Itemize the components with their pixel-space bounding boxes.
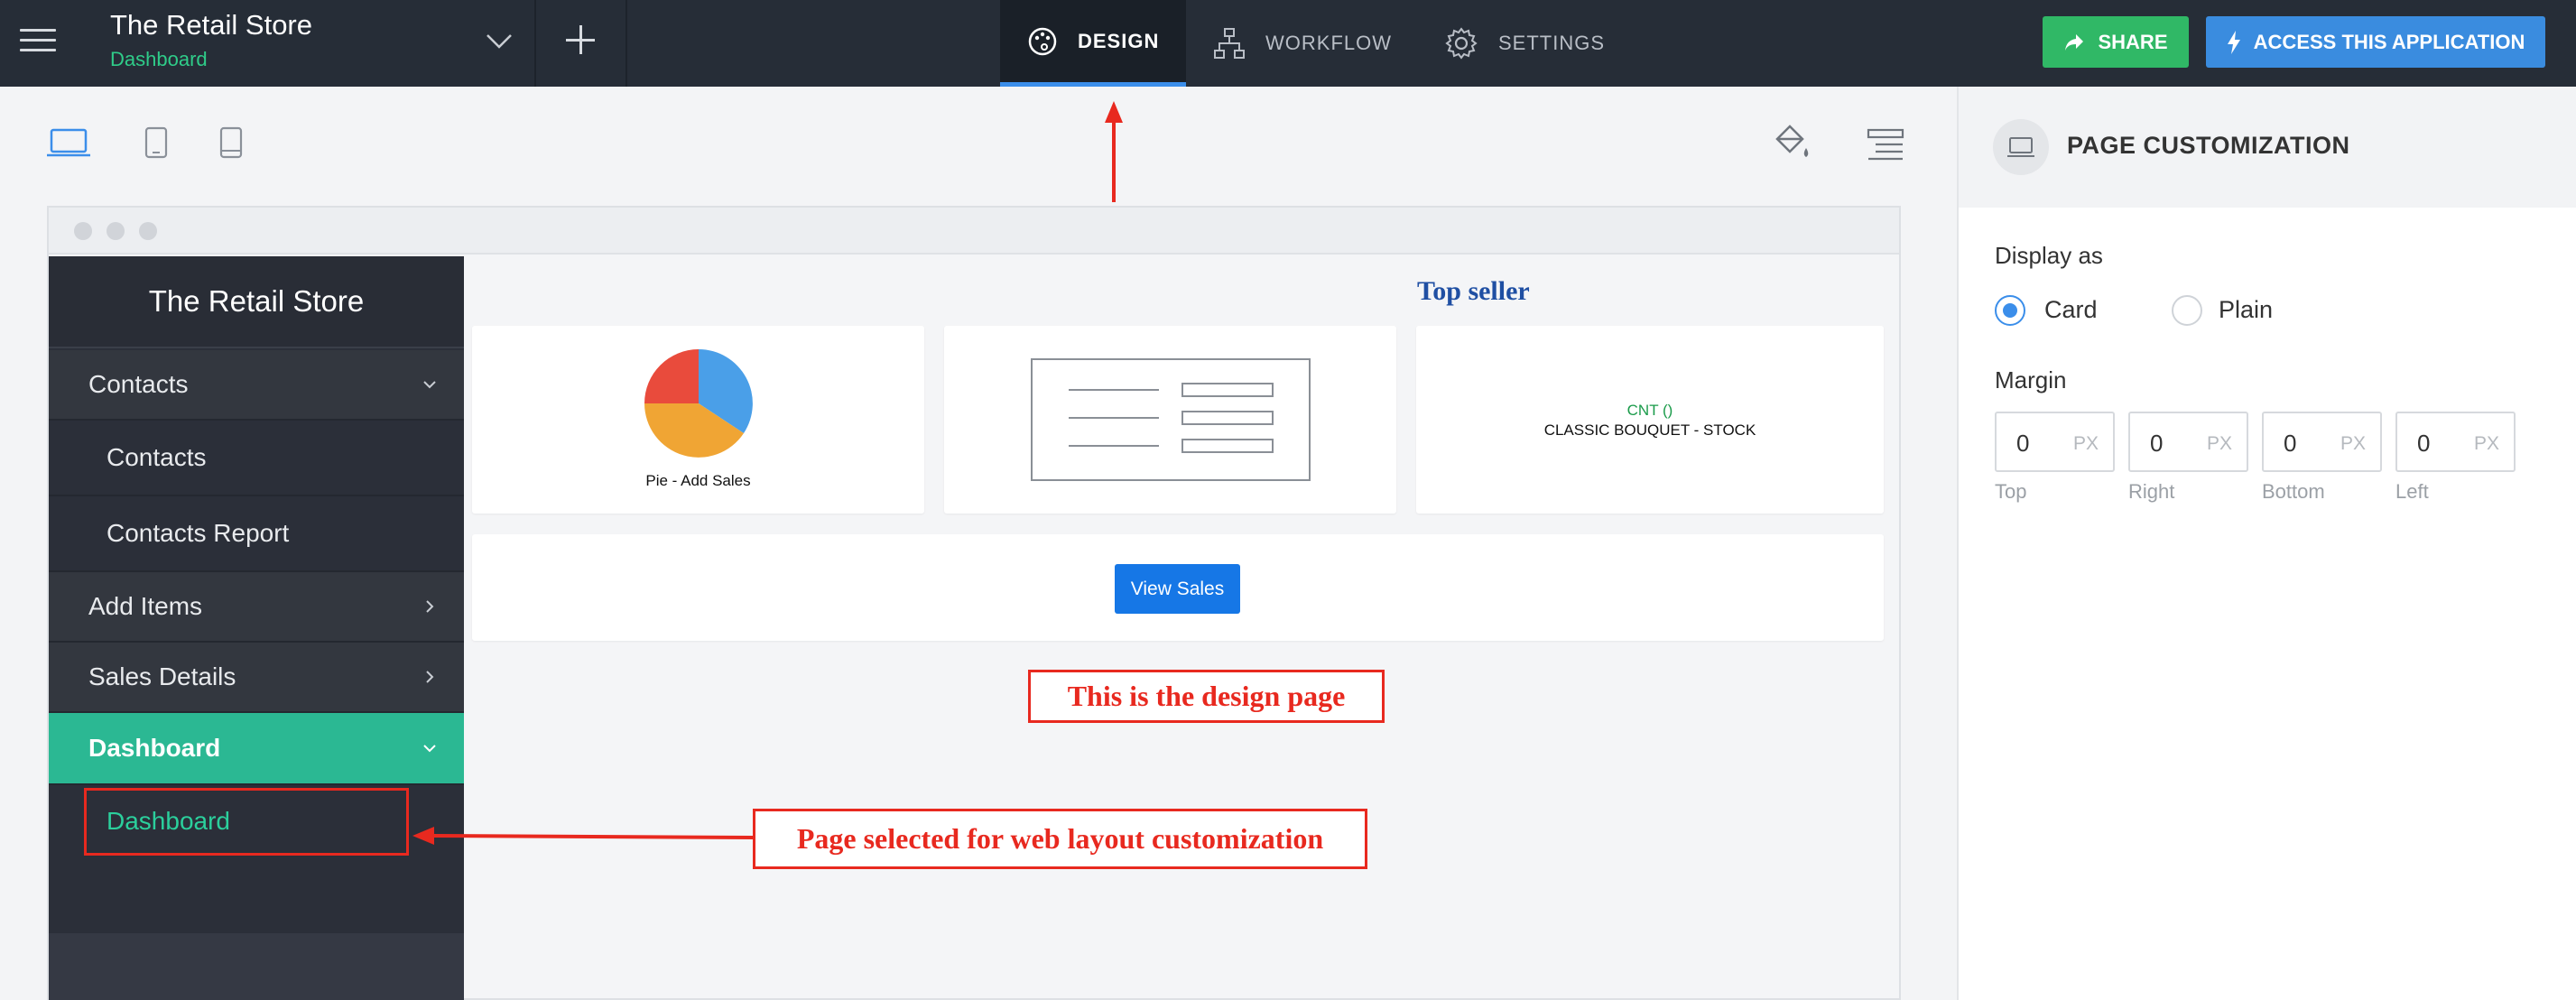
annotation-design-page: This is the design page <box>1028 670 1385 723</box>
lightning-icon <box>2227 30 2240 54</box>
margin-bottom-value: 0 <box>2284 430 2297 457</box>
paint-bucket-icon[interactable] <box>1772 123 1813 164</box>
report-icon <box>1031 358 1311 481</box>
menu-subitem-contacts[interactable]: Contacts <box>49 421 464 496</box>
margin-top-value: 0 <box>2016 430 2030 457</box>
top-seller-title: Top seller <box>1417 276 1530 306</box>
menu-app-title: The Retail Store <box>49 256 464 348</box>
menu-footer <box>49 933 464 1000</box>
panel-header: PAGE CUSTOMIZATION <box>1959 87 2576 208</box>
chevron-down-icon <box>423 745 436 753</box>
plain-radio-label[interactable]: Plain <box>2219 296 2273 324</box>
annotation-selection-outline <box>84 788 409 856</box>
display-as-label: Display as <box>1995 242 2103 269</box>
top-seller-card[interactable]: CNT () CLASSIC BOUQUET - STOCK <box>1416 326 1884 514</box>
chevron-down-icon <box>423 381 436 389</box>
unit-label: PX <box>2072 433 2099 454</box>
menu-layout-icon[interactable] <box>1865 123 1906 164</box>
menu-item-label: Sales Details <box>88 662 236 690</box>
hamburger-menu-icon[interactable] <box>20 29 56 56</box>
top-bar: The Retail Store Dashboard DESIGN WORKFL… <box>0 0 2576 87</box>
menu-item-label: Contacts Report <box>107 519 290 547</box>
menu-item-contacts[interactable]: Contacts <box>49 350 464 421</box>
add-icon[interactable] <box>562 22 598 58</box>
unit-label: PX <box>2206 433 2232 454</box>
window-dot <box>107 222 125 240</box>
count-label: CNT () <box>1626 402 1673 419</box>
annotation-arrow-up <box>1105 101 1123 202</box>
view-sales-button[interactable]: View Sales <box>1115 564 1240 614</box>
tab-design-label: DESIGN <box>1078 29 1160 52</box>
mobile-icon[interactable] <box>218 125 245 161</box>
annotation-arrow-left <box>412 827 754 845</box>
current-page-name[interactable]: Dashboard <box>110 48 208 71</box>
count-field-label: CLASSIC BOUQUET - STOCK <box>1543 421 1756 439</box>
window-dot <box>74 222 92 240</box>
gear-icon <box>1445 27 1478 60</box>
margin-right-caption: Right <box>2128 480 2175 503</box>
share-arrow-icon <box>2065 33 2084 51</box>
desktop-icon[interactable] <box>45 125 92 161</box>
divider <box>625 0 627 87</box>
share-button-label: SHARE <box>2098 30 2168 53</box>
margin-left-value: 0 <box>2417 430 2431 457</box>
divider <box>534 0 536 87</box>
annotation-page-selected: Page selected for web layout customizati… <box>753 809 1367 869</box>
report-lines-icon <box>1069 383 1274 453</box>
margin-top-input[interactable]: 0 PX <box>1995 412 2115 472</box>
share-button[interactable]: SHARE <box>2043 16 2189 68</box>
tablet-icon[interactable] <box>143 125 170 161</box>
menu-item-label: Contacts <box>88 370 189 398</box>
window-dot <box>139 222 157 240</box>
page-customization-panel: PAGE CUSTOMIZATION Display as Card Plain… <box>1957 87 2576 1000</box>
palette-icon <box>1028 27 1057 55</box>
menu-item-sales-details[interactable]: Sales Details <box>49 643 464 713</box>
menu-subitem-contacts-report[interactable]: Contacts Report <box>49 496 464 572</box>
window-title-bar <box>49 208 1899 255</box>
panel-title: PAGE CUSTOMIZATION <box>2067 132 2350 159</box>
pie-chart-card[interactable]: Pie - Add Sales <box>472 326 924 514</box>
unit-label: PX <box>2473 433 2499 454</box>
card-radio[interactable] <box>1995 295 2025 326</box>
tab-design[interactable]: DESIGN <box>1000 0 1186 87</box>
menu-item-label: Add Items <box>88 592 203 620</box>
margin-right-value: 0 <box>2150 430 2164 457</box>
margin-label: Margin <box>1995 366 2067 394</box>
desktop-icon <box>1993 119 2049 175</box>
menu-item-label: Dashboard <box>88 734 221 762</box>
margin-bottom-input[interactable]: 0 PX <box>2262 412 2382 472</box>
menu-item-label: Contacts <box>107 443 207 471</box>
margin-right-input[interactable]: 0 PX <box>2128 412 2248 472</box>
menu-item-add-items[interactable]: Add Items <box>49 572 464 643</box>
unit-label: PX <box>2340 433 2366 454</box>
app-side-menu: The Retail Store Contacts Contacts Conta… <box>49 256 464 1000</box>
card-radio-label[interactable]: Card <box>2044 296 2098 324</box>
tab-settings[interactable]: SETTINGS <box>1444 0 1605 87</box>
access-application-button[interactable]: ACCESS THIS APPLICATION <box>2206 16 2545 68</box>
margin-left-caption: Left <box>2395 480 2429 503</box>
tab-settings-label: SETTINGS <box>1498 32 1606 54</box>
plain-radio[interactable] <box>2172 295 2202 326</box>
report-card[interactable] <box>944 326 1396 514</box>
menu-item-dashboard[interactable]: Dashboard <box>49 713 464 785</box>
pie-chart-icon <box>644 349 753 458</box>
margin-top-caption: Top <box>1995 480 2027 503</box>
tab-workflow[interactable]: WORKFLOW <box>1213 0 1392 87</box>
app-title[interactable]: The Retail Store <box>110 9 312 42</box>
chevron-right-icon <box>426 671 434 683</box>
chevron-down-icon[interactable] <box>484 25 514 56</box>
margin-bottom-caption: Bottom <box>2262 480 2325 503</box>
margin-left-input[interactable]: 0 PX <box>2395 412 2516 472</box>
access-button-label: ACCESS THIS APPLICATION <box>2253 30 2525 53</box>
chevron-right-icon <box>426 600 434 613</box>
pie-chart-label: Pie - Add Sales <box>645 472 751 489</box>
workflow-icon <box>1214 28 1245 59</box>
tab-workflow-label: WORKFLOW <box>1265 32 1392 54</box>
